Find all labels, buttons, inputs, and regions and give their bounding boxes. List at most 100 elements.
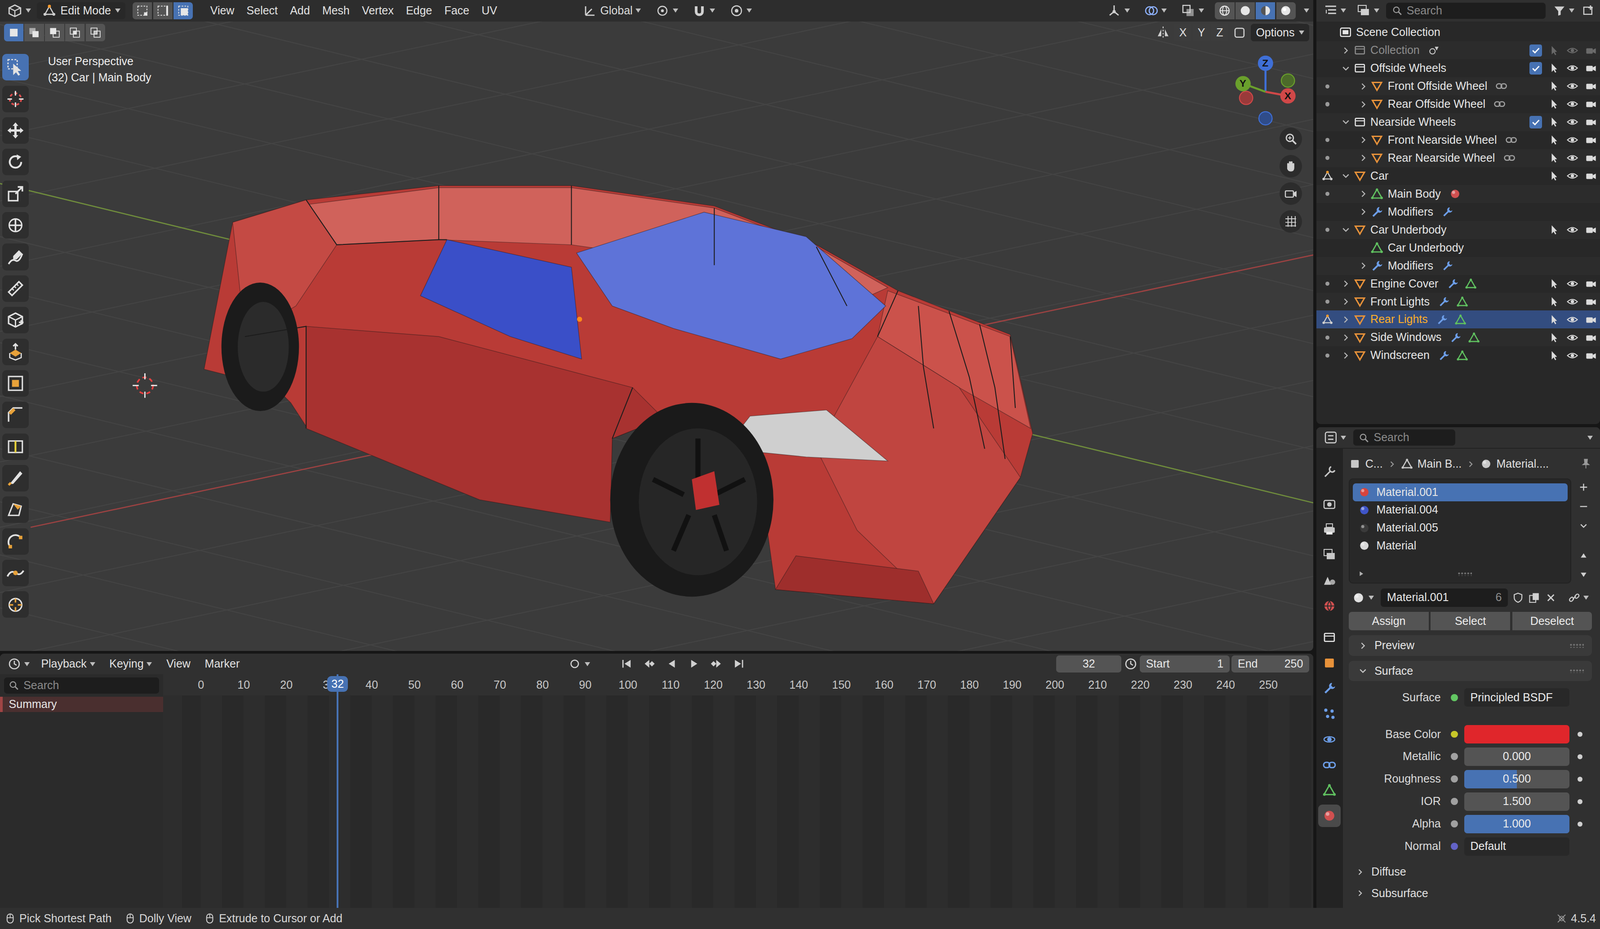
tool-button[interactable] [2, 180, 29, 208]
outliner-row[interactable]: Car [1316, 167, 1600, 186]
outliner-row[interactable]: Engine Cover [1316, 275, 1600, 294]
row-label[interactable]: Rear Offside Wheel [1387, 97, 1486, 112]
pivot-button[interactable] [652, 2, 681, 20]
current-frame-field[interactable]: 32 [1056, 655, 1122, 674]
render-camera-icon[interactable] [1584, 62, 1597, 75]
collapsed-arrow-icon[interactable] [1340, 332, 1352, 344]
expand-toggle[interactable] [1338, 350, 1354, 362]
expand-toggle[interactable] [1338, 116, 1354, 128]
browse-material-button[interactable] [1348, 589, 1377, 607]
edit-mode-icon[interactable] [1321, 313, 1334, 326]
dropdown-caret-icon[interactable] [1368, 595, 1374, 600]
outliner-row[interactable]: Windscreen [1316, 346, 1600, 365]
mode-dot-icon[interactable] [1325, 281, 1330, 286]
breadcrumb-item[interactable]: C... [1365, 457, 1383, 472]
dropdown-caret-icon[interactable] [89, 662, 96, 667]
navigation-gizmo[interactable]: XYZ [1228, 48, 1303, 131]
box-mode-button[interactable] [65, 23, 85, 42]
mesh-icon[interactable] [1467, 331, 1480, 344]
dropdown-caret-icon[interactable] [25, 8, 32, 13]
collapsed-arrow-icon[interactable] [1340, 314, 1352, 326]
row-label[interactable]: Rear Nearside Wheel [1387, 151, 1496, 165]
socket-dot-icon[interactable] [1450, 775, 1458, 783]
row-label[interactable]: Scene Collection [1355, 25, 1440, 40]
3d-cursor[interactable] [132, 373, 157, 398]
clock-icon[interactable] [1123, 657, 1138, 672]
pointer-icon[interactable] [1547, 313, 1560, 326]
shading-button[interactable] [1235, 2, 1255, 20]
pointer-icon[interactable] [1547, 44, 1560, 57]
mode-dot-icon[interactable] [1325, 227, 1330, 232]
overlay-button[interactable] [1141, 2, 1170, 20]
subpanel-header[interactable]: Subsurface [1348, 884, 1592, 903]
row-label[interactable]: Engine Cover [1370, 277, 1439, 291]
property-field[interactable]: 0.500 [1464, 770, 1570, 789]
expanded-arrow-icon[interactable] [1340, 116, 1352, 128]
render-camera-icon[interactable] [1584, 295, 1597, 308]
add-slot-button[interactable] [1575, 478, 1592, 497]
socket-dot-icon[interactable] [1450, 820, 1458, 828]
pointer-icon[interactable] [1547, 62, 1560, 75]
outliner-row[interactable]: Nearside Wheels [1316, 113, 1600, 132]
expanded-arrow-icon[interactable] [1340, 62, 1352, 75]
outliner-row[interactable]: Modifiers [1316, 257, 1600, 276]
eye-icon[interactable] [1566, 169, 1579, 183]
pin-icon[interactable] [1579, 457, 1592, 471]
render-camera-icon[interactable] [1584, 115, 1597, 129]
properties-tab[interactable] [1318, 652, 1341, 675]
properties-tab[interactable] [1318, 804, 1341, 828]
unlink-icon[interactable] [1544, 591, 1557, 605]
keyframe-dot-icon[interactable] [1577, 799, 1583, 805]
property-field[interactable]: Default [1464, 837, 1570, 857]
properties-tab[interactable] [1318, 728, 1341, 752]
eye-icon[interactable] [1566, 97, 1579, 111]
material-slot[interactable]: Material.004 [1352, 501, 1568, 520]
start-frame-field[interactable]: Start1 [1139, 655, 1230, 674]
fake-user-icon[interactable] [1511, 591, 1525, 605]
outliner-row[interactable]: Main Body [1316, 185, 1600, 204]
remove-slot-button[interactable] [1575, 497, 1592, 516]
property-field[interactable]: 1.500 [1464, 792, 1570, 812]
eye-icon[interactable] [1566, 62, 1579, 75]
expand-toggle[interactable] [1355, 206, 1371, 218]
playhead[interactable] [336, 674, 339, 909]
mirror-axis-button[interactable]: Y [1192, 23, 1211, 42]
render-camera-icon[interactable] [1584, 133, 1597, 147]
play-rev-button[interactable] [662, 655, 681, 674]
properties-tab[interactable] [1318, 493, 1341, 516]
properties-tab[interactable] [1318, 702, 1341, 726]
dropdown-caret-icon[interactable] [635, 8, 641, 13]
shading-button[interactable] [1276, 2, 1296, 20]
constraint-icon[interactable] [1505, 133, 1518, 147]
eye-icon[interactable] [1566, 44, 1579, 57]
row-label[interactable]: Front Lights [1370, 295, 1430, 309]
snap-button[interactable] [689, 2, 719, 20]
duplicate-icon[interactable] [1528, 591, 1541, 605]
deselect-button[interactable]: Deselect [1512, 612, 1592, 631]
row-label[interactable]: Front Nearside Wheel [1387, 133, 1498, 147]
outliner-row[interactable]: Front Lights [1316, 293, 1600, 312]
render-camera-icon[interactable] [1584, 169, 1597, 183]
eye-icon[interactable] [1566, 133, 1579, 147]
constraint-icon[interactable] [1493, 97, 1506, 111]
expand-toggle[interactable] [1355, 98, 1371, 111]
pointer-icon[interactable] [1547, 277, 1560, 290]
collapsed-arrow-icon[interactable] [1357, 260, 1369, 272]
menu-item[interactable]: View [160, 655, 197, 674]
mode-dot-icon[interactable] [1325, 102, 1330, 107]
render-camera-icon[interactable] [1584, 223, 1597, 236]
render-camera-icon[interactable] [1584, 97, 1597, 111]
mesh-icon[interactable] [1456, 349, 1469, 362]
row-label[interactable]: Modifiers [1387, 205, 1434, 219]
3d-viewport[interactable]: Edit ModeViewSelectAddMeshVertexEdgeFace… [0, 0, 1314, 652]
mesh-icon[interactable] [1456, 295, 1469, 308]
menu-item[interactable]: Select [240, 4, 285, 18]
mode-dot-icon[interactable] [1325, 137, 1330, 143]
eye-icon[interactable] [1566, 151, 1579, 165]
dropdown-caret-icon[interactable] [1583, 595, 1589, 600]
collapsed-arrow-icon[interactable] [1340, 44, 1352, 57]
auto-keying-button[interactable] [565, 655, 594, 674]
row-label[interactable]: Car [1370, 169, 1389, 183]
dropdown-caret-icon[interactable] [1298, 30, 1305, 35]
outliner-row[interactable]: Car Underbody [1316, 221, 1600, 240]
